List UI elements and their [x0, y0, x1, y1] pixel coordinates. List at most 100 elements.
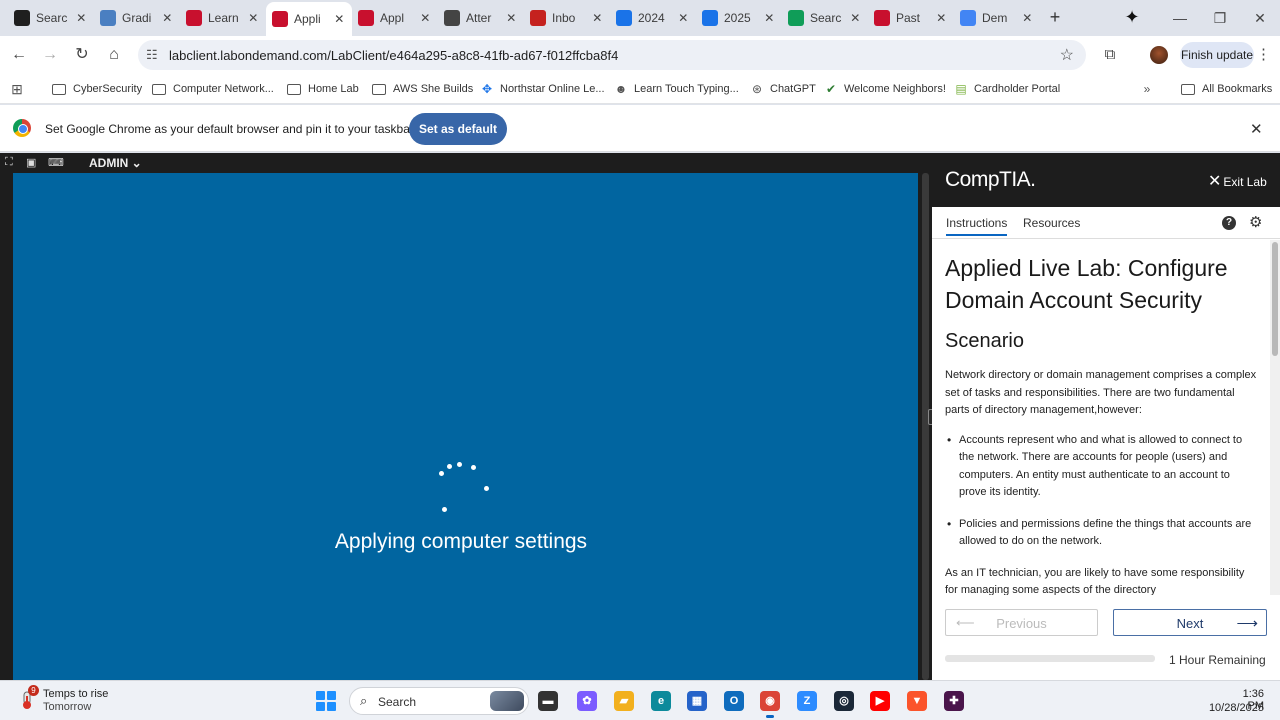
forward-icon[interactable]: → [39, 44, 61, 66]
windows-start-icon[interactable] [316, 691, 336, 711]
search-label: Search [378, 695, 417, 709]
bookmark-label: AWS She Builds [393, 83, 474, 95]
gear-icon[interactable]: ⚙ [1249, 213, 1262, 231]
close-tab-icon[interactable]: ✕ [591, 11, 604, 25]
bookmark-item[interactable]: CyberSecurity [52, 80, 142, 98]
steam-icon[interactable]: ◎ [834, 691, 854, 711]
cast-icon[interactable]: ⧉ [1100, 45, 1120, 65]
next-button[interactable]: Next ⟶ [1113, 609, 1267, 636]
bookmark-item[interactable]: ⊛ ChatGPT [750, 80, 816, 98]
keyboard-icon[interactable]: ⌨ [48, 156, 64, 169]
web-icon [616, 10, 632, 26]
docs-icon [702, 10, 718, 26]
previous-button[interactable]: ⟵ Previous [945, 609, 1098, 636]
close-icon[interactable]: ✕ [1250, 120, 1263, 138]
bookmark-item[interactable]: ✥ Northstar Online Le... [480, 80, 605, 98]
tab-7[interactable]: Inbo ✕ [524, 4, 610, 32]
close-tab-icon[interactable]: ✕ [75, 11, 88, 25]
close-tab-icon[interactable]: ✕ [247, 11, 260, 25]
set-default-button[interactable]: Set as default [409, 113, 507, 145]
tab-9[interactable]: 2025 ✕ [696, 4, 782, 32]
url-text[interactable]: labclient.labondemand.com/LabClient/e464… [169, 48, 618, 63]
tab-3[interactable]: Learn ✕ [180, 4, 266, 32]
task-view-icon[interactable]: ▬ [538, 691, 558, 711]
tab-label: Inbo [552, 11, 576, 25]
file-explorer-icon[interactable]: ▰ [614, 691, 634, 711]
edge-icon[interactable]: e [651, 691, 671, 711]
vm-scrollbar[interactable] [918, 173, 932, 680]
bookmark-item[interactable]: ☻ Learn Touch Typing... [614, 80, 739, 98]
apps-icon[interactable]: ⊞ [10, 80, 30, 98]
reload-icon[interactable]: ↻ [71, 44, 93, 66]
bookmarks-bar: ⊞ CyberSecurity Computer Network... Home L… [0, 74, 1280, 104]
bookmark-item[interactable]: Computer Network... [152, 80, 274, 98]
back-icon[interactable]: ← [8, 44, 30, 66]
youtube-icon[interactable]: ▶ [870, 691, 890, 711]
vm-screen[interactable] [0, 173, 918, 680]
close-tab-icon[interactable]: ✕ [1021, 11, 1034, 25]
close-tab-icon[interactable]: ✕ [419, 11, 432, 25]
help-icon[interactable]: ? [1222, 216, 1236, 230]
exit-lab-button[interactable]: ✕ Exit Lab [1208, 171, 1267, 191]
bookmark-item[interactable]: ▤ Cardholder Portal [954, 80, 1060, 98]
tab-10[interactable]: Searc ✕ [782, 4, 868, 32]
minimize-button[interactable]: — [1170, 8, 1190, 28]
search-icon: ⌕ [360, 693, 368, 708]
zoom-icon[interactable]: Z [797, 691, 817, 711]
tab-label: Searc [36, 11, 68, 25]
close-window-button[interactable]: ✕ [1250, 8, 1270, 28]
gemini-icon[interactable]: ✦ [1122, 7, 1142, 27]
address-bar[interactable]: ☷ labclient.labondemand.com/LabClient/e4… [138, 40, 1086, 70]
avatar[interactable] [1150, 46, 1168, 64]
tab-11[interactable]: Past ✕ [868, 4, 954, 32]
close-tab-icon[interactable]: ✕ [161, 11, 174, 25]
tab-resources[interactable]: Resources [1023, 216, 1080, 230]
bookmark-item[interactable]: ✔ Welcome Neighbors! [824, 80, 946, 98]
tab-8[interactable]: 2024 ✕ [610, 4, 696, 32]
tab-instructions[interactable]: Instructions [946, 216, 1008, 236]
more-menu-icon[interactable]: ⋮ [1256, 45, 1271, 65]
tab-5[interactable]: Appl ✕ [352, 4, 438, 32]
bookmark-label: CyberSecurity [73, 83, 143, 95]
new-tab-button[interactable]: + [1044, 6, 1066, 28]
finish-update-button[interactable]: Finish update [1180, 42, 1254, 68]
bookmark-label: Northstar Online Le... [500, 83, 605, 95]
bookmark-label: Cardholder Portal [974, 83, 1061, 95]
fullscreen-icon[interactable]: ⛶ [5, 156, 13, 169]
bookmark-item[interactable]: Home Lab [287, 80, 359, 98]
copilot-icon[interactable]: ✿ [577, 691, 597, 711]
tab-4[interactable]: Appli ✕ [266, 2, 352, 36]
close-tab-icon[interactable]: ✕ [333, 12, 346, 26]
folder-icon [52, 83, 66, 95]
tab-12[interactable]: Dem ✕ [954, 4, 1040, 32]
folder-icon [152, 83, 166, 95]
close-tab-icon[interactable]: ✕ [763, 11, 776, 25]
close-tab-icon[interactable]: ✕ [677, 11, 690, 25]
panel-tabs: Instructions Resources ? ⚙ [932, 207, 1280, 239]
brave-icon[interactable]: ▼ [907, 691, 927, 711]
close-tab-icon[interactable]: ✕ [849, 11, 862, 25]
tab-6[interactable]: Atter ✕ [438, 4, 524, 32]
tab-1[interactable]: Searc ✕ [8, 4, 94, 32]
chrome-icon[interactable]: ◉ [760, 691, 780, 718]
site-info-icon[interactable]: ☷ [146, 47, 158, 63]
bookmark-item[interactable]: AWS She Builds [372, 80, 473, 98]
comptia-icon [186, 10, 202, 26]
bookmark-star-icon[interactable]: ☆ [1060, 45, 1074, 65]
store-icon[interactable]: ▦ [687, 691, 707, 711]
home-icon[interactable]: ⌂ [103, 44, 125, 66]
panel-scrollbar[interactable] [1270, 240, 1280, 595]
tab-2[interactable]: Gradi ✕ [94, 4, 180, 32]
restore-button[interactable]: ❐ [1210, 8, 1230, 28]
monitor-icon[interactable]: ▣ [26, 156, 36, 169]
slack-icon[interactable]: ✚ [944, 691, 964, 711]
close-tab-icon[interactable]: ✕ [935, 11, 948, 25]
clock-date[interactable]: 10/28/2025 [1204, 702, 1264, 714]
close-tab-icon[interactable]: ✕ [505, 11, 518, 25]
panel-header: CompTIA. ✕ Exit Lab [932, 153, 1280, 207]
all-bookmarks[interactable]: All Bookmarks [1181, 80, 1272, 98]
taskbar-search[interactable]: ⌕ Search [349, 687, 529, 715]
more-bookmarks-icon[interactable]: » [1140, 80, 1160, 98]
user-dropdown[interactable]: ADMIN ⌄ [89, 156, 142, 170]
outlook-icon[interactable]: O [724, 691, 744, 711]
